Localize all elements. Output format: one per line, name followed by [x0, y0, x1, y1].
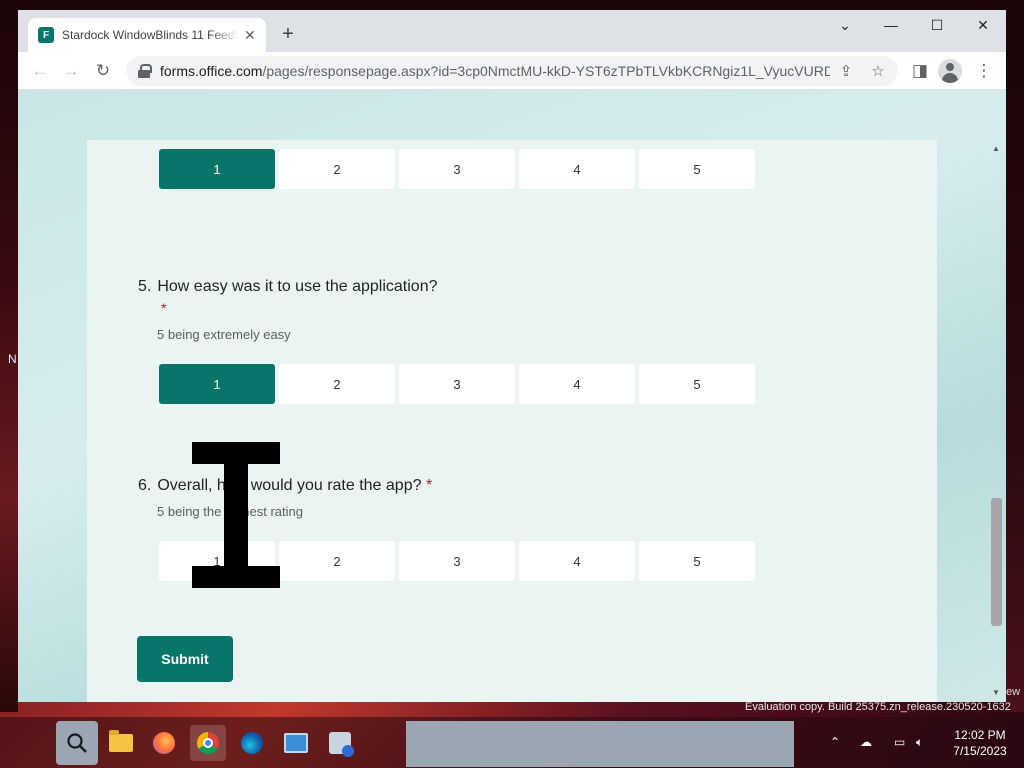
new-tab-button[interactable]: +	[276, 22, 300, 46]
rating-option-5[interactable]: 5	[639, 364, 755, 404]
tab-title: Stardock WindowBlinds 11 Feedback	[62, 28, 238, 42]
page-viewport: 1 2 3 4 5 5. How easy was it to use the a…	[18, 90, 1006, 702]
rating-option-5[interactable]: 5	[639, 541, 755, 581]
maximize-button[interactable]: ☐	[914, 10, 960, 40]
firefox-icon[interactable]	[146, 725, 182, 761]
reload-icon[interactable]: ↻	[91, 59, 115, 83]
ibeam-cursor-icon	[192, 442, 280, 588]
rating-option-4[interactable]: 4	[519, 364, 635, 404]
page-scrollbar[interactable]: ▲ ▼	[988, 140, 1006, 702]
submit-button[interactable]: Submit	[137, 636, 233, 682]
address-bar[interactable]: forms.office.com/pages/responsepage.aspx…	[126, 56, 898, 86]
scroll-down-icon[interactable]: ▼	[992, 688, 1000, 697]
clock-time: 12:02 PM	[954, 728, 1006, 742]
lock-icon[interactable]	[138, 64, 152, 78]
volume-icon[interactable]: 🔈︎	[916, 735, 923, 750]
menu-kebab-icon[interactable]: ⋮	[972, 59, 996, 83]
rating-option-2[interactable]: 2	[279, 364, 395, 404]
tab-close-icon[interactable]: ✕	[244, 27, 256, 44]
profile-avatar-icon[interactable]	[938, 59, 962, 83]
back-arrow-icon[interactable]: ←	[28, 59, 52, 83]
url-text[interactable]: forms.office.com/pages/responsepage.aspx…	[160, 63, 830, 79]
taskbar-blank-area	[406, 721, 794, 767]
browser-window: F Stardock WindowBlinds 11 Feedback ✕ + …	[18, 10, 1006, 702]
desktop-edge-text: ew	[1006, 686, 1021, 698]
edge-icon[interactable]	[234, 725, 270, 761]
rating-option-5[interactable]: 5	[639, 149, 755, 189]
chrome-icon[interactable]	[190, 725, 226, 761]
rating-option-4[interactable]: 4	[519, 149, 635, 189]
clock-date: 7/15/2023	[953, 744, 1007, 758]
forms-favicon-icon: F	[38, 27, 54, 43]
control-panel-icon[interactable]	[278, 725, 314, 761]
tab-search-dropdown-icon[interactable]: ⌄	[822, 10, 868, 40]
required-marker: *	[161, 300, 167, 316]
clock[interactable]: 12:02 PM 7/15/2023	[940, 727, 1020, 759]
bookmark-star-icon[interactable]: ☆	[866, 59, 890, 83]
question-5-subtitle: 5 being extremely easy	[157, 327, 291, 342]
question-5-title: 5. How easy was it to use the application…	[138, 278, 438, 295]
file-explorer-icon[interactable]	[103, 725, 139, 761]
evaluation-watermark: Evaluation copy. Build 25375.zn_release.…	[745, 701, 1011, 713]
setup-icon[interactable]	[322, 725, 358, 761]
onedrive-cloud-icon[interactable]: ☁	[860, 735, 872, 749]
search-icon[interactable]	[56, 721, 98, 765]
desktop-edge-text: N	[8, 352, 17, 366]
network-icon[interactable]: ▭	[894, 735, 905, 749]
share-icon[interactable]: ⇪	[834, 59, 858, 83]
rating-option-3[interactable]: 3	[399, 541, 515, 581]
rating-option-3[interactable]: 3	[399, 149, 515, 189]
rating-option-2[interactable]: 2	[279, 149, 395, 189]
rating-option-3[interactable]: 3	[399, 364, 515, 404]
minimize-button[interactable]: —	[868, 10, 914, 40]
rating-row-q4: 1 2 3 4 5	[159, 149, 755, 189]
scroll-thumb[interactable]	[991, 498, 1002, 626]
rating-option-4[interactable]: 4	[519, 541, 635, 581]
tab-active[interactable]: F Stardock WindowBlinds 11 Feedback ✕	[28, 18, 266, 52]
question-6-title: 6. Overall, how would you rate the app? *	[138, 477, 433, 494]
form-card: 1 2 3 4 5 5. How easy was it to use the a…	[87, 140, 937, 702]
rating-row-q5: 1 2 3 4 5	[159, 364, 755, 404]
required-marker: *	[425, 477, 433, 494]
side-panel-icon[interactable]: ◨	[908, 59, 932, 83]
desktop-background-top	[0, 0, 1024, 10]
rating-option-1[interactable]: 1	[159, 364, 275, 404]
chevron-up-icon[interactable]: ⌃	[830, 735, 840, 749]
desktop-background-right	[1006, 0, 1024, 712]
browser-toolbar: ← → ↻ forms.office.com/pages/responsepag…	[18, 52, 1006, 90]
rating-option-2[interactable]: 2	[279, 541, 395, 581]
desktop-background-left: N	[0, 0, 18, 712]
rating-option-1[interactable]: 1	[159, 149, 275, 189]
taskbar: ⌃ ☁ ▭ 🔈︎ 12:02 PM 7/15/2023	[0, 717, 1024, 768]
forward-arrow-icon[interactable]: →	[59, 59, 83, 83]
tab-strip: F Stardock WindowBlinds 11 Feedback ✕ + …	[18, 10, 1006, 52]
close-window-button[interactable]: ✕	[960, 10, 1006, 40]
scroll-up-icon[interactable]: ▲	[992, 144, 1000, 153]
